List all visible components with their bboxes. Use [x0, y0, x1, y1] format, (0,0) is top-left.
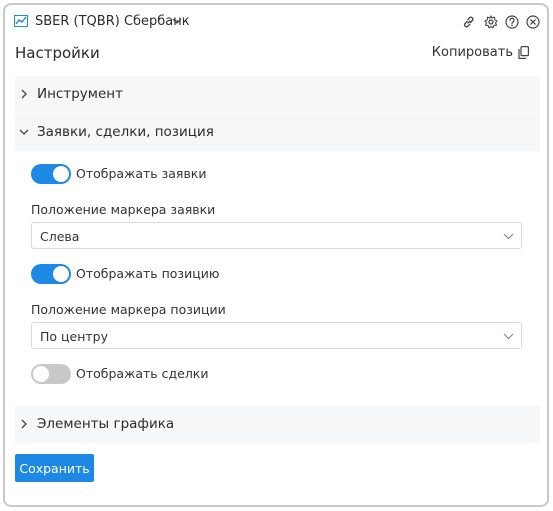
copy-icon: [518, 46, 529, 59]
chevron-down-icon: [19, 129, 29, 135]
chevron-down-icon: [503, 233, 514, 240]
position-marker-select[interactable]: По центру: [31, 322, 522, 349]
chevron-right-icon: [21, 89, 27, 99]
toggle-knob: [53, 166, 69, 182]
section-label: Заявки, сделки, позиция: [37, 124, 214, 140]
settings-window: SBER (TQBR) Сбербанк Настройки Копироват…: [3, 3, 549, 507]
show-trades-label: Отображать сделки: [76, 366, 209, 381]
section-orders-trades-position[interactable]: Заявки, сделки, позиция: [15, 114, 540, 151]
chevron-right-icon: [21, 419, 27, 429]
gear-icon[interactable]: [484, 15, 498, 29]
section-label: Инструмент: [37, 86, 123, 102]
save-button[interactable]: Сохранить: [15, 454, 94, 482]
page-title: Настройки: [15, 44, 100, 62]
toggle-knob: [53, 266, 69, 282]
order-marker-value: Слева: [40, 229, 80, 244]
chevron-down-icon[interactable]: [172, 17, 182, 25]
chevron-down-icon: [503, 333, 514, 340]
show-orders-toggle[interactable]: [31, 164, 71, 184]
section-label: Элементы графика: [37, 416, 175, 432]
show-trades-toggle[interactable]: [31, 364, 71, 384]
help-icon[interactable]: [505, 15, 519, 29]
link-icon[interactable]: [462, 15, 476, 29]
copy-label: Копировать: [431, 45, 513, 60]
order-marker-select[interactable]: Слева: [31, 222, 522, 249]
close-icon[interactable]: [526, 15, 540, 29]
instrument-title[interactable]: SBER (TQBR) Сбербанк: [35, 14, 190, 29]
toggle-knob: [33, 366, 49, 382]
show-position-toggle[interactable]: [31, 264, 71, 284]
chart-icon: [14, 15, 28, 27]
title-bar: SBER (TQBR) Сбербанк: [5, 5, 547, 39]
copy-button[interactable]: Копировать: [432, 45, 529, 60]
position-marker-label: Положение маркера позиции: [31, 302, 226, 317]
position-marker-value: По центру: [40, 329, 109, 344]
section-instrument[interactable]: Инструмент: [15, 76, 540, 113]
show-orders-label: Отображать заявки: [76, 166, 207, 181]
section-chart-elements[interactable]: Элементы графика: [15, 406, 540, 443]
show-position-label: Отображать позицию: [76, 266, 220, 281]
order-marker-label: Положение маркера заявки: [31, 202, 216, 217]
